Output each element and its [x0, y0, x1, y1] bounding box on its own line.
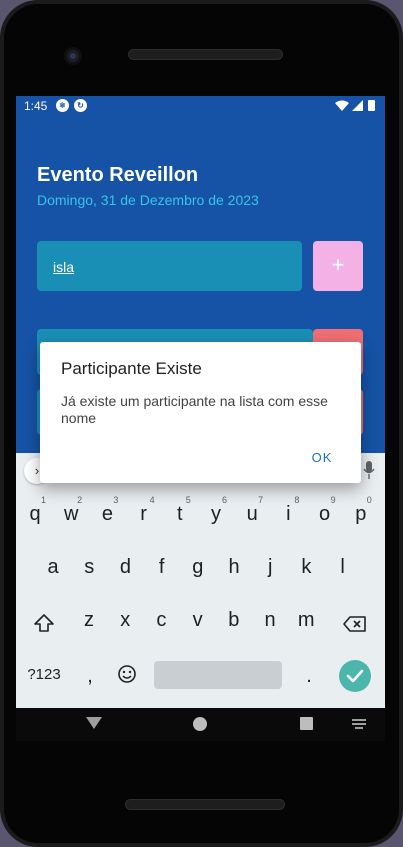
event-title: Evento Reveillon [37, 164, 199, 186]
key-t[interactable]: t5 [167, 495, 193, 526]
status-bar: 1:45 ⚛ ↻ [16, 96, 385, 116]
key-j[interactable]: j [257, 556, 283, 579]
alert-dialog: Participante Existe Já existe um partici… [40, 342, 361, 483]
status-time: 1:45 [24, 99, 48, 113]
system-status-icons [335, 100, 375, 111]
key-hint: 7 [258, 495, 264, 505]
backspace-icon[interactable] [343, 615, 367, 633]
microphone-icon[interactable] [363, 460, 375, 480]
key-w[interactable]: w2 [58, 495, 84, 526]
key-z[interactable]: z [76, 609, 102, 632]
key-label: c [156, 609, 167, 631]
key-i[interactable]: i8 [275, 495, 301, 526]
keyboard-switch-icon[interactable] [352, 719, 366, 729]
key-e[interactable]: e3 [94, 495, 120, 526]
enter-key[interactable] [339, 660, 371, 692]
key-hint: 0 [366, 495, 372, 505]
symbols-key[interactable]: ?123 [20, 666, 68, 683]
key-label: e [101, 503, 113, 525]
key-hint: 4 [149, 495, 155, 505]
key-label: g [192, 556, 204, 578]
space-key[interactable] [154, 661, 282, 689]
key-y[interactable]: y6 [203, 495, 229, 526]
key-k[interactable]: k [293, 556, 319, 579]
key-o[interactable]: o9 [312, 495, 338, 526]
key-hint: 1 [40, 495, 46, 505]
key-label: z [84, 609, 94, 631]
key-label: u [246, 503, 258, 525]
key-label: p [355, 503, 367, 525]
key-label: k [301, 556, 312, 578]
key-f[interactable]: f [149, 556, 175, 579]
app-screen: 1:45 ⚛ ↻ Evento Reveillon Domingo, 31 de… [16, 96, 385, 741]
key-hint: 8 [294, 495, 300, 505]
wifi-icon [335, 100, 349, 111]
key-h[interactable]: h [221, 556, 247, 579]
key-label: n [264, 609, 276, 631]
key-v[interactable]: v [185, 609, 211, 632]
key-m[interactable]: m [293, 609, 319, 632]
key-hint: 5 [185, 495, 191, 505]
key-l[interactable]: l [330, 556, 356, 579]
key-q[interactable]: q1 [22, 495, 48, 526]
period-key[interactable]: . [299, 665, 319, 688]
comma-key[interactable]: , [80, 665, 100, 688]
key-label: f [158, 556, 165, 578]
front-camera [64, 47, 82, 65]
battery-icon [368, 100, 375, 111]
key-label: h [228, 556, 240, 578]
key-label: a [47, 556, 59, 578]
phone-frame: 1:45 ⚛ ↻ Evento Reveillon Domingo, 31 de… [0, 0, 403, 847]
key-label: b [228, 609, 240, 631]
key-label: o [319, 503, 331, 525]
key-label: x [120, 609, 131, 631]
emoji-icon[interactable] [117, 664, 137, 684]
recents-icon[interactable] [300, 717, 313, 730]
key-label: j [267, 556, 273, 578]
dialog-ok-button[interactable]: OK [304, 444, 340, 472]
key-label: q [29, 503, 41, 525]
key-label: d [119, 556, 131, 578]
home-icon[interactable] [193, 717, 207, 731]
add-participant-button[interactable]: + [313, 241, 363, 291]
key-s[interactable]: s [76, 556, 102, 579]
sync-icon: ↻ [74, 99, 87, 112]
react-native-icon: ⚛ [56, 99, 69, 112]
dialog-message: Já existe um participante na lista com e… [61, 393, 328, 426]
navigation-bar [16, 708, 385, 741]
participant-name-input[interactable]: isla [37, 241, 302, 291]
key-label: s [84, 556, 95, 578]
key-p[interactable]: p0 [348, 495, 374, 526]
key-hint: 6 [221, 495, 227, 505]
key-x[interactable]: x [112, 609, 138, 632]
key-label: w [63, 503, 79, 525]
key-label: i [286, 503, 291, 525]
checkmark-icon [346, 669, 364, 683]
bottom-speaker [125, 799, 285, 810]
key-label: l [340, 556, 345, 578]
key-a[interactable]: a [40, 556, 66, 579]
key-n[interactable]: n [257, 609, 283, 632]
key-label: t [177, 503, 183, 525]
key-hint: 9 [330, 495, 336, 505]
key-label: r [140, 503, 147, 525]
key-r[interactable]: r4 [131, 495, 157, 526]
key-label: y [211, 503, 221, 525]
soft-keyboard: › q1w2e3r4t5y6u7i8o9p0asdfghjklzxcvbnm ?… [16, 453, 385, 708]
shift-icon[interactable] [33, 613, 55, 633]
key-u[interactable]: u7 [239, 495, 265, 526]
event-date: Domingo, 31 de Dezembro de 2023 [37, 192, 259, 208]
key-label: v [192, 609, 203, 631]
key-d[interactable]: d [112, 556, 138, 579]
signal-icon [352, 100, 363, 111]
key-g[interactable]: g [185, 556, 211, 579]
key-b[interactable]: b [221, 609, 247, 632]
key-hint: 3 [113, 495, 119, 505]
dialog-title: Participante Existe [61, 359, 202, 378]
earpiece-speaker [128, 49, 283, 60]
back-icon[interactable] [86, 717, 102, 729]
key-hint: 2 [77, 495, 83, 505]
key-label: m [297, 609, 315, 631]
key-c[interactable]: c [148, 609, 174, 632]
